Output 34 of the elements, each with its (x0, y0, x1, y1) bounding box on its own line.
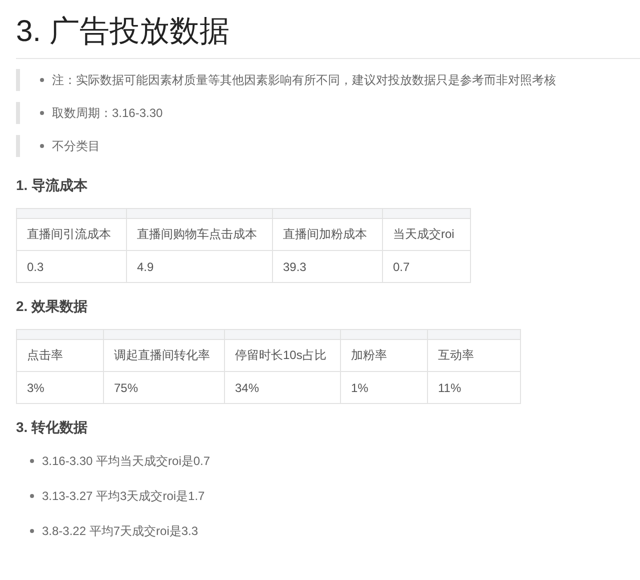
column-header: 点击率 (16, 340, 104, 372)
list-item: 3.8-3.22 平均7天成交roi是3.3 (42, 522, 198, 540)
section-heading: 1. 导流成本 (16, 176, 89, 194)
page-title: 3. 广告投放数据 (16, 0, 640, 59)
bullet-icon (30, 494, 34, 498)
table-cell: 34% (224, 372, 340, 404)
note-text: 注：实际数据可能因素材质量等其他因素影响有所不同，建议对投放数据只是参考而非对照考核 (52, 72, 556, 88)
note-text: 取数周期：3.16-3.30 (52, 104, 163, 122)
table-cell: 1% (340, 372, 428, 404)
table-cell: 11% (428, 372, 520, 404)
column-header: 直播间加粉成本 (272, 218, 382, 250)
table-cell: 4.9 (126, 250, 272, 282)
table-cell: 39.3 (272, 250, 382, 282)
column-header: 互动率 (428, 340, 520, 372)
note-text: 不分类目 (52, 138, 100, 154)
table-cell: 75% (104, 372, 224, 404)
column-header: 直播间购物车点击成本 (126, 218, 272, 250)
bullet-icon (40, 111, 44, 115)
table-cell: 0.7 (382, 250, 470, 282)
column-header: 加粉率 (340, 340, 428, 372)
table-cell: 3% (16, 372, 104, 404)
list-item: 3.16-3.30 平均当天成交roi是0.7 (42, 452, 210, 470)
column-header: 当天成交roi (382, 218, 470, 250)
column-header: 调起直播间转化率 (104, 340, 224, 372)
bullet-icon (30, 529, 34, 533)
column-header: 停留时长10s占比 (224, 340, 340, 372)
bullet-icon (30, 459, 34, 463)
section-heading: 3. 转化数据 (16, 418, 89, 436)
list-item: 3.13-3.27 平均3天成交roi是1.7 (42, 488, 205, 504)
column-header: 直播间引流成本 (16, 218, 126, 250)
bullet-icon (40, 144, 44, 148)
bullet-icon (40, 78, 44, 82)
table-cell: 0.3 (16, 250, 126, 282)
section-heading: 2. 效果数据 (16, 297, 89, 315)
